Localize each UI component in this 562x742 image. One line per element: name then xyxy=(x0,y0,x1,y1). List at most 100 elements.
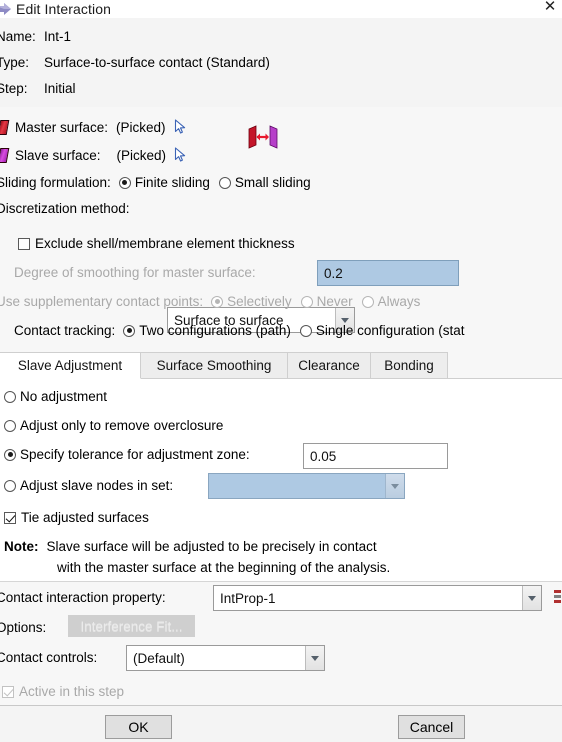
slave-surface-swatch-icon xyxy=(0,147,10,163)
tab-slave-adjustment-label: Slave Adjustment xyxy=(17,358,123,373)
radio-single-configuration-indicator[interactable] xyxy=(299,324,312,337)
tab-clearance[interactable]: Clearance xyxy=(287,352,371,379)
radio-small-sliding-label: Small sliding xyxy=(234,175,311,190)
radio-two-configurations[interactable]: Two configurations (path) xyxy=(123,323,291,338)
tie-adjusted-surfaces-checkbox[interactable] xyxy=(4,511,16,524)
options-label: Options: xyxy=(0,620,47,635)
slave-surface-value: (Picked) xyxy=(116,147,167,163)
note-line-1: Note: Slave surface will be adjusted to … xyxy=(4,539,377,554)
type-row: Type: Surface-to-surface contact (Standa… xyxy=(0,55,270,70)
supplementary-points-row: Use supplementary contact points: Select… xyxy=(0,294,420,309)
tie-adjusted-surfaces-label: Tie adjusted surfaces xyxy=(21,510,149,525)
radio-two-configurations-indicator[interactable] xyxy=(123,324,136,337)
supplementary-points-label: Use supplementary contact points: xyxy=(0,294,204,309)
tab-clearance-label: Clearance xyxy=(298,358,360,373)
exclude-thickness-checkbox[interactable] xyxy=(18,237,30,250)
radio-single-configuration[interactable]: Single configuration (stat xyxy=(299,323,464,338)
slave-surface-label: Slave surface: xyxy=(15,147,101,163)
name-value: Int-1 xyxy=(44,29,72,44)
exclude-thickness-row[interactable]: Exclude shell/membrane element thickness xyxy=(18,236,295,251)
interference-fit-label: Interference Fit... xyxy=(80,618,183,634)
radio-no-adjustment-indicator[interactable] xyxy=(4,390,16,403)
tolerance-value: 0.05 xyxy=(310,448,337,464)
smoothing-input[interactable]: 0.2 xyxy=(317,260,459,286)
sliding-formulation-row: Sliding formulation: Finite sliding Smal… xyxy=(0,175,311,190)
cancel-button-label: Cancel xyxy=(409,719,454,735)
master-surface-row: Master surface: (Picked) xyxy=(0,119,187,135)
step-value: Initial xyxy=(44,81,76,96)
close-icon[interactable]: ✕ xyxy=(542,0,558,15)
contact-interaction-property-row: Contact interaction property: xyxy=(0,590,166,605)
interference-fit-button: Interference Fit... xyxy=(68,615,195,637)
radio-adjust-overclosure[interactable]: Adjust only to remove overclosure xyxy=(4,418,223,433)
discretization-method-row: Discretization method: xyxy=(0,201,130,216)
radio-adjust-node-set[interactable]: Adjust slave nodes in set: xyxy=(4,478,173,493)
exclude-thickness-label: Exclude shell/membrane element thickness xyxy=(35,236,295,251)
step-label: Step: xyxy=(0,81,28,96)
radio-never-label: Never xyxy=(316,294,353,309)
master-pick-cursor-icon[interactable] xyxy=(174,119,187,135)
type-label: Type: xyxy=(0,55,30,70)
type-value: Surface-to-surface contact (Standard) xyxy=(44,55,270,70)
window-title: Edit Interaction xyxy=(16,1,111,17)
radio-two-configurations-label: Two configurations (path) xyxy=(139,323,291,338)
active-in-step-label: Active in this step xyxy=(19,684,125,699)
active-in-step-checkbox xyxy=(2,685,14,698)
cancel-button[interactable]: Cancel xyxy=(398,715,465,739)
tab-surface-smoothing-label: Surface Smoothing xyxy=(156,358,272,373)
radio-never-indicator xyxy=(300,295,313,308)
slave-adjustment-panel: No adjustment Adjust only to remove over… xyxy=(0,378,562,582)
sliding-formulation-label: Sliding formulation: xyxy=(0,175,111,190)
ok-button-label: OK xyxy=(128,719,149,735)
panel-divider xyxy=(0,581,562,582)
ok-button[interactable]: OK xyxy=(105,715,172,739)
discretization-method-label: Discretization method: xyxy=(0,201,130,216)
radio-finite-sliding-indicator[interactable] xyxy=(118,176,131,189)
edit-interaction-dialog: Edit Interaction ✕ Name: Int-1 Type: Sur… xyxy=(0,0,562,742)
radio-specify-tolerance-indicator[interactable] xyxy=(4,448,16,461)
radio-adjust-node-set-label: Adjust slave nodes in set: xyxy=(20,478,174,493)
active-in-step-row: Active in this step xyxy=(2,684,124,699)
tab-bonding[interactable]: Bonding xyxy=(370,352,448,379)
radio-specify-tolerance[interactable]: Specify tolerance for adjustment zone: xyxy=(4,447,250,462)
tab-strip: Slave Adjustment Surface Smoothing Clear… xyxy=(0,352,562,379)
master-surface-value: (Picked) xyxy=(116,119,166,135)
options-row: Options: xyxy=(0,620,46,635)
chevron-down-icon[interactable] xyxy=(305,646,324,670)
radio-small-sliding-indicator[interactable] xyxy=(218,176,231,189)
radio-finite-sliding-label: Finite sliding xyxy=(134,175,210,190)
tie-adjusted-surfaces-row[interactable]: Tie adjusted surfaces xyxy=(4,510,149,525)
chevron-down-icon[interactable] xyxy=(522,586,541,610)
contact-tracking-label: Contact tracking: xyxy=(14,323,116,338)
smoothing-row: Degree of smoothing for master surface: xyxy=(14,265,256,280)
contact-interaction-property-select[interactable]: IntProp-1 xyxy=(213,585,542,611)
name-label: Name: xyxy=(0,29,36,44)
radio-selectively-indicator xyxy=(211,295,224,308)
radio-small-sliding[interactable]: Small sliding xyxy=(218,175,311,190)
radio-adjust-node-set-indicator[interactable] xyxy=(4,479,16,492)
radio-no-adjustment-label: No adjustment xyxy=(20,389,108,404)
smoothing-label: Degree of smoothing for master surface: xyxy=(14,265,256,280)
radio-adjust-overclosure-indicator[interactable] xyxy=(4,419,16,432)
node-set-select[interactable] xyxy=(208,473,405,499)
radio-finite-sliding[interactable]: Finite sliding xyxy=(118,175,210,190)
tab-surface-smoothing[interactable]: Surface Smoothing xyxy=(140,352,288,379)
note-line-2: with the master surface at the beginning… xyxy=(57,560,390,575)
contact-controls-select[interactable]: (Default) xyxy=(126,645,325,671)
contact-interaction-property-value: IntProp-1 xyxy=(220,590,276,606)
radio-adjust-overclosure-label: Adjust only to remove overclosure xyxy=(20,418,224,433)
slave-surface-row: Slave surface: (Picked) xyxy=(0,147,187,163)
contact-tracking-row: Contact tracking: Two configurations (pa… xyxy=(14,323,464,338)
radio-selectively-label: Selectively xyxy=(227,294,292,309)
note-label: Note: xyxy=(4,539,39,554)
tolerance-input[interactable]: 0.05 xyxy=(303,443,448,469)
radio-no-adjustment[interactable]: No adjustment xyxy=(4,389,107,404)
radio-always: Always xyxy=(361,294,421,309)
contact-interaction-property-label: Contact interaction property: xyxy=(0,590,166,605)
radio-selectively: Selectively xyxy=(211,294,292,309)
radio-always-label: Always xyxy=(377,294,421,309)
chevron-down-icon[interactable] xyxy=(385,474,404,498)
create-interaction-property-icon[interactable] xyxy=(554,585,562,611)
slave-pick-cursor-icon[interactable] xyxy=(174,147,187,163)
tab-slave-adjustment[interactable]: Slave Adjustment xyxy=(0,352,141,379)
